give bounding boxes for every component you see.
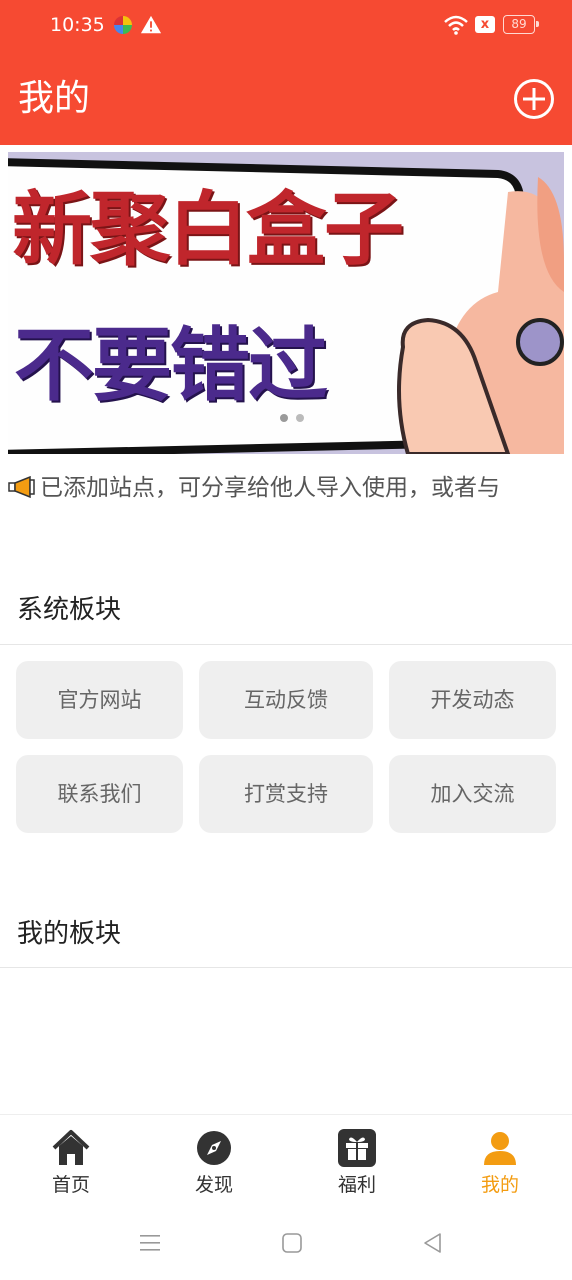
section-title-system: 系统板块	[17, 595, 122, 625]
bottom-tab-bar: 首页 发现 福利 我的	[0, 1114, 572, 1206]
tab-home[interactable]: 首页	[21, 1115, 121, 1207]
pagination-dot[interactable]	[296, 414, 304, 422]
section-title-mine: 我的板块	[17, 919, 122, 949]
donate-button[interactable]: 打赏支持	[199, 755, 373, 833]
system-navigation-bar	[0, 1206, 572, 1280]
divider	[0, 644, 572, 645]
back-icon[interactable]	[421, 1231, 445, 1255]
promo-banner[interactable]: 新聚白盒子 不要错过	[8, 152, 564, 454]
tab-mine[interactable]: 我的	[450, 1115, 550, 1207]
dev-updates-button[interactable]: 开发动态	[389, 661, 556, 739]
tab-label: 福利	[337, 1174, 376, 1196]
warning-icon	[140, 15, 162, 34]
banner-headline: 新聚白盒子	[12, 183, 404, 276]
divider	[0, 967, 572, 968]
feedback-button[interactable]: 互动反馈	[199, 661, 373, 739]
compass-icon	[197, 1131, 231, 1165]
home-icon	[52, 1130, 90, 1165]
tab-welfare[interactable]: 福利	[307, 1115, 407, 1207]
pagination-dot[interactable]	[280, 414, 288, 422]
megaphone-icon	[8, 476, 35, 498]
tab-label: 首页	[51, 1174, 90, 1196]
tab-label: 我的	[480, 1174, 519, 1196]
official-site-button[interactable]: 官方网站	[16, 661, 183, 739]
status-time: 10:35	[50, 14, 105, 36]
status-bar: 10:35 x 89	[0, 0, 572, 52]
wifi-icon	[444, 15, 468, 35]
page-title: 我的	[18, 78, 91, 119]
menu-icon[interactable]	[138, 1231, 162, 1255]
no-sim-icon: x	[475, 16, 495, 33]
tab-discover[interactable]: 发现	[164, 1115, 264, 1207]
notice-bar[interactable]: 已添加站点，可分享给他人导入使用，或者与	[0, 470, 572, 506]
banner-subline: 不要错过	[14, 319, 328, 412]
banner-pagination	[280, 414, 320, 424]
notice-text: 已添加站点，可分享给他人导入使用，或者与	[40, 475, 500, 501]
home-square-icon[interactable]	[280, 1231, 304, 1255]
app-header: 10:35 x 89 我的	[0, 0, 572, 145]
tab-label: 发现	[194, 1174, 233, 1196]
gift-icon	[338, 1129, 376, 1167]
page: 10:35 x 89 我的 新聚白盒子 不要错过 已添加站点，可分享给他人导入使…	[0, 0, 572, 1280]
plus-circle-icon[interactable]	[513, 78, 555, 120]
battery-icon: 89	[503, 15, 539, 34]
user-icon	[484, 1132, 516, 1165]
app-notification-icon	[114, 16, 132, 34]
join-group-button[interactable]: 加入交流	[389, 755, 556, 833]
contact-us-button[interactable]: 联系我们	[16, 755, 183, 833]
